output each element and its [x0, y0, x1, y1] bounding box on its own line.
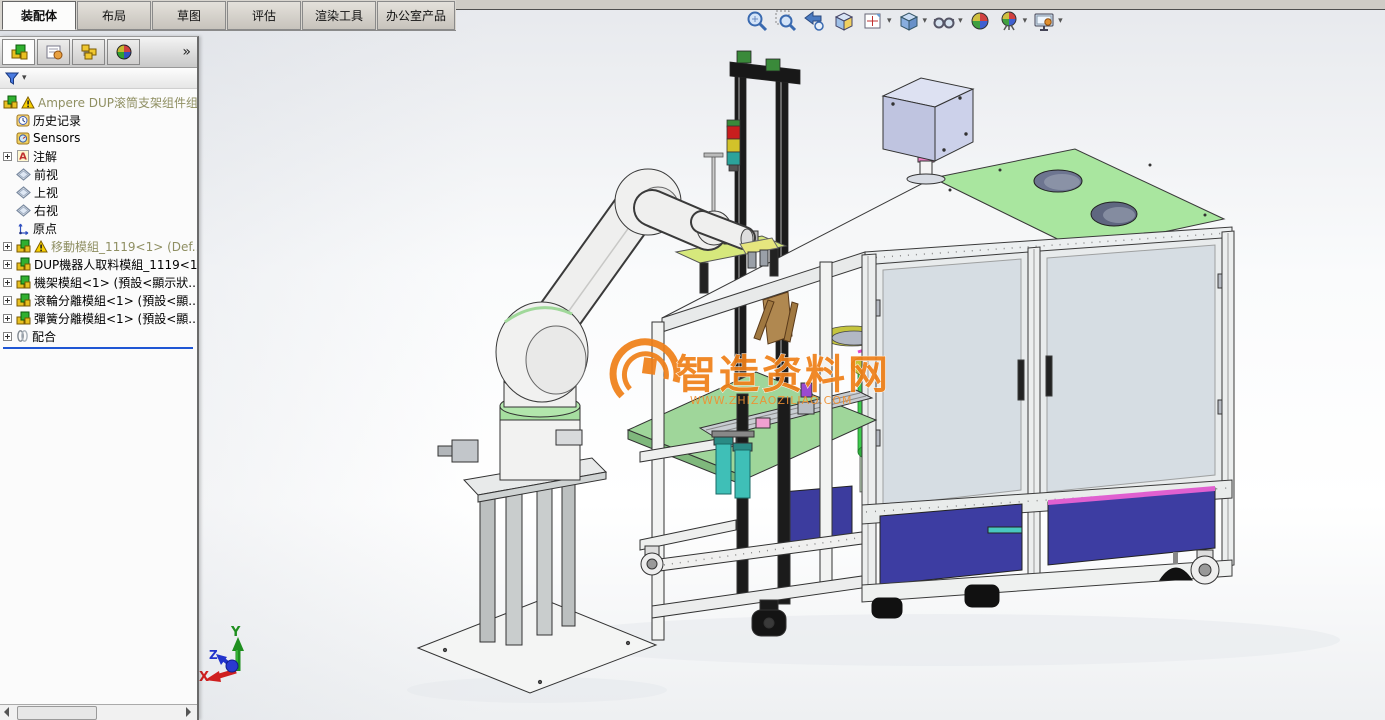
tree-item-subassembly[interactable]: 移動模組_1119<1> (Def... [3, 237, 197, 255]
warning-icon [21, 96, 35, 109]
manager-tab-bar: » [0, 37, 197, 68]
triad-y-label: Y [230, 625, 241, 640]
hide-show-items-icon[interactable] [931, 8, 957, 34]
tree-item-root[interactable]: Ampere DUP滚筒支架组件组... [3, 93, 197, 111]
tree-item-sensors[interactable]: Sensors [3, 129, 197, 147]
glass-door-left [883, 259, 1021, 506]
plane-icon [16, 186, 31, 199]
tab-layout[interactable]: 布局 [77, 1, 151, 30]
view-orientation-icon[interactable] [860, 8, 886, 34]
history-icon [16, 113, 30, 127]
feature-manager-panel: » ▾ Ampere DUP滚筒支架组件组... 历史记录 Sensors A … [0, 36, 199, 720]
dropdown-arrow[interactable]: ▾ [958, 16, 963, 26]
plane-icon [16, 168, 31, 181]
door-handle-left [1018, 360, 1024, 400]
zoom-to-fit-icon[interactable] [744, 8, 770, 34]
rollback-bar[interactable] [3, 347, 193, 349]
panel-overflow-chevron[interactable]: » [182, 44, 193, 60]
tree-item-subassembly[interactable]: 滾輪分離模組<1> (預設<顯... [3, 291, 197, 309]
scrollbar-thumb[interactable] [17, 706, 97, 720]
apply-scene-icon[interactable] [996, 8, 1022, 34]
origin-icon [16, 221, 30, 235]
tree-item-right-plane[interactable]: 右视 [3, 201, 197, 219]
watermark-subtitle: WWW.ZHIZAOZILIAO.COM [690, 394, 852, 407]
zoom-to-area-icon[interactable] [773, 8, 799, 34]
robot-base [500, 418, 580, 480]
glass-door-right [1047, 245, 1215, 492]
warning-icon [34, 240, 48, 253]
assembly-icon [16, 239, 31, 253]
dropdown-arrow[interactable]: ▾ [887, 16, 892, 26]
expander-icon[interactable] [3, 260, 16, 269]
display-manager-tab[interactable] [107, 39, 140, 65]
property-manager-tab[interactable] [37, 39, 70, 65]
filter-funnel-icon[interactable] [5, 72, 19, 85]
tree-item-top-plane[interactable]: 上视 [3, 183, 197, 201]
tab-evaluate[interactable]: 评估 [227, 1, 301, 30]
view-settings-icon[interactable] [1031, 8, 1057, 34]
assembly-icon [16, 275, 31, 289]
tree-item-subassembly[interactable]: 彈簧分離模組<1> (預設<顯... [3, 309, 197, 327]
command-manager-tabs: 装配体 布局 草图 评估 渲染工具 办公室产品 [0, 0, 456, 31]
display-style-icon[interactable] [896, 8, 922, 34]
tree-filter-bar: ▾ [0, 68, 197, 89]
feature-tree: Ampere DUP滚筒支架组件组... 历史记录 Sensors A 注解 前… [0, 89, 197, 704]
edit-appearance-icon[interactable] [967, 8, 993, 34]
feature-manager-tab[interactable] [2, 39, 35, 65]
assembly-icon [3, 95, 18, 109]
expander-icon[interactable] [3, 152, 16, 161]
scroll-right-arrow[interactable] [186, 707, 191, 717]
heads-up-toolbar: ▾ ▾ ▾ ▾ ▾ [744, 8, 1064, 34]
door-handle-right [1046, 356, 1052, 396]
dropdown-arrow[interactable]: ▾ [923, 16, 928, 26]
assembly-icon [16, 293, 31, 307]
tree-item-subassembly[interactable]: DUP機器人取料模組_1119<1... [3, 255, 197, 273]
expander-icon[interactable] [3, 314, 16, 323]
tree-item-mates[interactable]: 配合 [3, 327, 197, 345]
configuration-manager-tab[interactable] [72, 39, 105, 65]
sensors-icon [16, 131, 30, 145]
signal-tower[interactable] [727, 120, 740, 171]
expander-icon[interactable] [3, 296, 16, 305]
annotations-icon: A [16, 149, 30, 163]
dropdown-arrow[interactable]: ▾ [1023, 16, 1028, 26]
tree-horizontal-scrollbar[interactable] [0, 704, 197, 720]
tab-sketch[interactable]: 草图 [152, 1, 226, 30]
expander-icon[interactable] [3, 332, 16, 341]
tree-item-subassembly[interactable]: 機架模組<1> (預設<顯示狀... [3, 273, 197, 291]
expander-icon[interactable] [3, 242, 16, 251]
filter-dropdown-caret[interactable]: ▾ [22, 73, 27, 83]
tree-item-annotations[interactable]: A 注解 [3, 147, 197, 165]
triad-z-label: Z [209, 648, 218, 662]
tab-assembly[interactable]: 装配体 [2, 1, 76, 30]
tree-item-origin[interactable]: 原点 [3, 219, 197, 237]
assembly-icon [16, 257, 31, 271]
section-view-icon[interactable] [831, 8, 857, 34]
tab-office-products[interactable]: 办公室产品 [377, 1, 455, 30]
assembly-icon [16, 311, 31, 325]
watermark-title: 智造资料网 [676, 352, 891, 398]
scroll-left-arrow[interactable] [4, 707, 9, 717]
tree-item-front-plane[interactable]: 前视 [3, 165, 197, 183]
expander-icon[interactable] [3, 278, 16, 287]
graphics-area[interactable]: 智造资料网 WWW.ZHIZAOZILIAO.COM Y X Z [0, 0, 1385, 720]
tree-item-history[interactable]: 历史记录 [3, 111, 197, 129]
dropdown-arrow[interactable]: ▾ [1058, 16, 1063, 26]
tab-render-tools[interactable]: 渲染工具 [302, 1, 376, 30]
svg-text:A: A [19, 152, 27, 163]
plane-icon [16, 204, 31, 217]
triad-x-label: X [199, 670, 209, 685]
previous-view-icon[interactable] [802, 8, 828, 34]
mates-icon [16, 329, 29, 343]
